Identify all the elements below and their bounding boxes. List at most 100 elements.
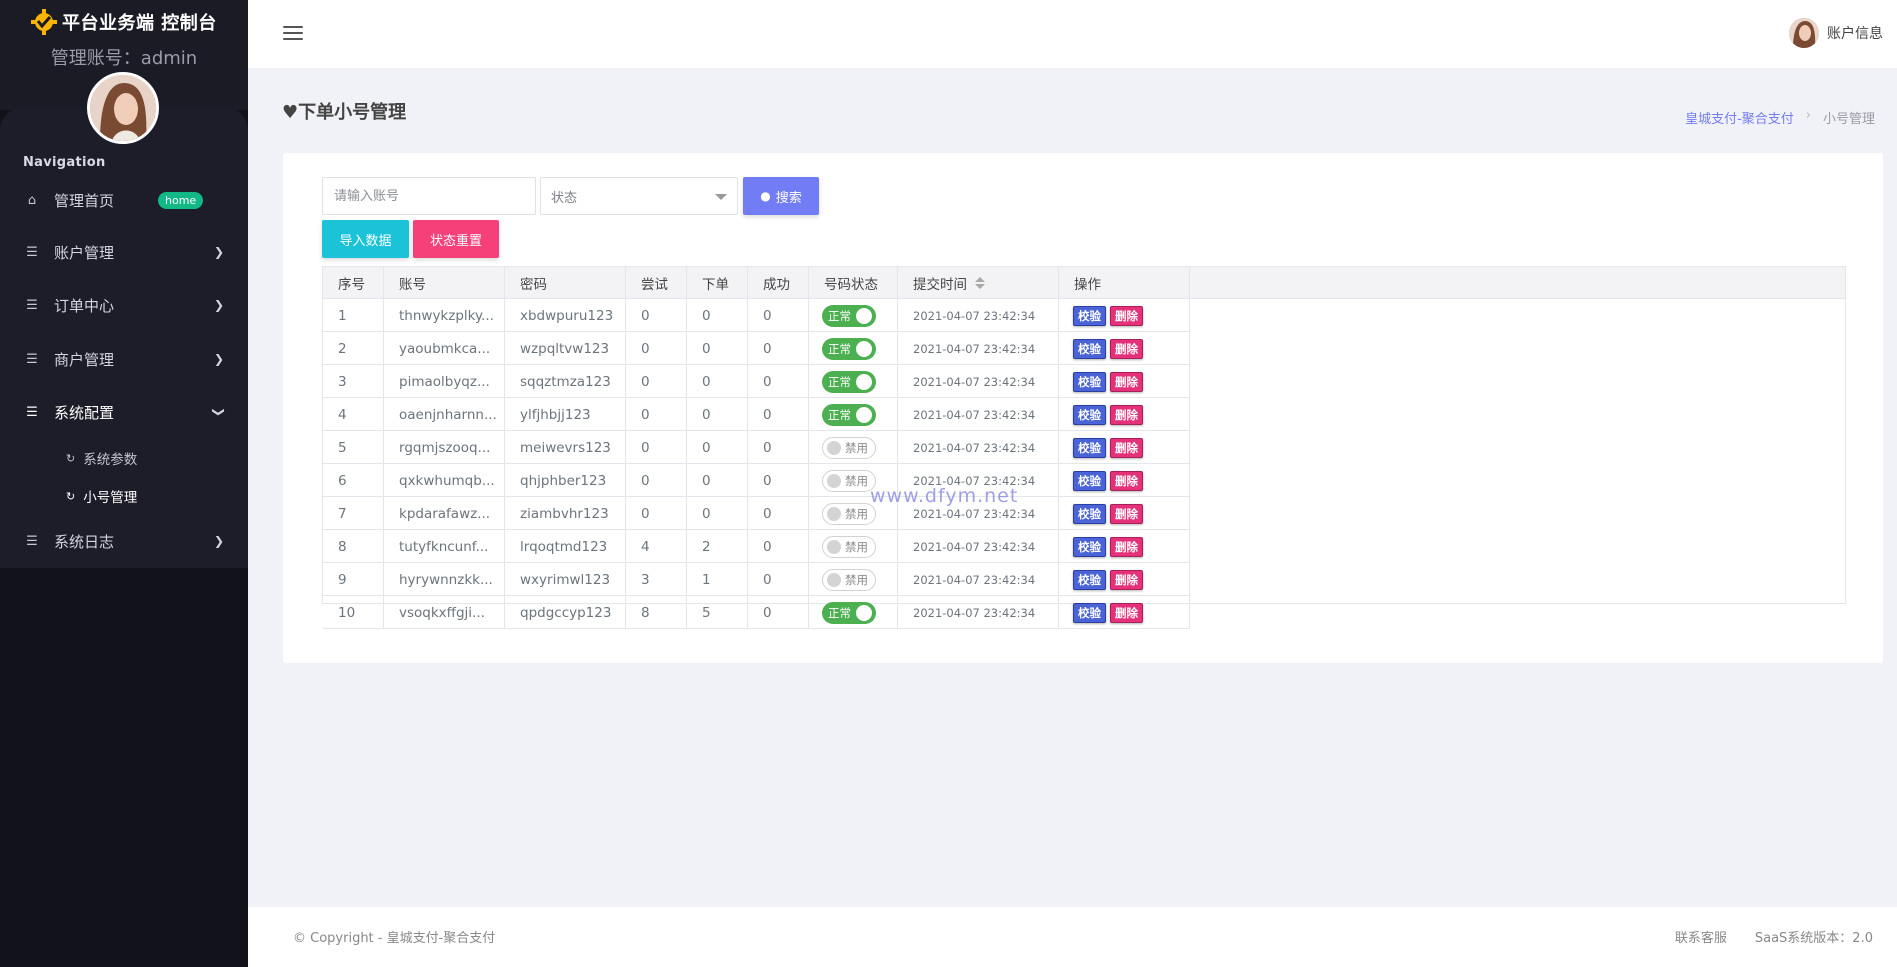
verify-button[interactable]: 校验: [1073, 371, 1106, 392]
delete-button[interactable]: 删除: [1110, 404, 1143, 425]
col-header-tries[interactable]: 尝试: [626, 267, 687, 299]
delete-button[interactable]: 删除: [1110, 569, 1143, 590]
nav-item-system-log[interactable]: ☰ 系统日志 ❯: [0, 521, 248, 561]
contact-service-link[interactable]: 联系客服: [1675, 927, 1727, 946]
status-toggle-label: 正常: [828, 605, 851, 620]
sub-item-label: 小号管理: [83, 490, 138, 506]
cell-actions: 校验 删除: [1059, 596, 1190, 629]
search-button-label: 搜索: [775, 190, 802, 206]
col-header-status[interactable]: 号码状态: [809, 267, 898, 299]
sub-item-label: 系统参数: [83, 452, 138, 468]
page-title: ♥下单小号管理: [282, 102, 407, 123]
col-header-account[interactable]: 账号: [384, 267, 505, 299]
cell-status: 禁用: [809, 530, 898, 563]
verify-button[interactable]: 校验: [1073, 404, 1106, 425]
nav-item-label: 账户管理: [54, 243, 115, 262]
cell-time: 2021-04-07 23:42:34: [898, 365, 1059, 398]
cell-success: 0: [748, 464, 809, 497]
sub-item-account-manage[interactable]: ↻ 小号管理: [0, 481, 248, 511]
list-icon: ☰: [26, 244, 38, 260]
col-header-password[interactable]: 密码: [505, 267, 626, 299]
menu-toggle-icon[interactable]: [283, 26, 303, 41]
nav-item-accounts[interactable]: ☰ 账户管理 ❯: [0, 232, 248, 272]
toggle-knob: [856, 373, 872, 390]
cell-no: 5: [323, 431, 384, 464]
nav-heading: Navigation: [23, 155, 106, 170]
cell-tries: 0: [626, 332, 687, 365]
delete-button[interactable]: 删除: [1110, 338, 1143, 359]
sub-item-system-params[interactable]: ↻ 系统参数: [0, 443, 248, 473]
cell-account: pimaolbyqz...: [384, 365, 505, 398]
brand-title: 平台业务端 控制台: [62, 13, 217, 34]
cell-orders: 0: [687, 332, 748, 365]
col-header-time[interactable]: 提交时间: [898, 267, 1059, 299]
cell-status: 正常: [809, 299, 898, 332]
verify-button[interactable]: 校验: [1073, 602, 1106, 623]
toggle-knob: [827, 473, 841, 488]
status-toggle[interactable]: 禁用: [822, 469, 876, 492]
status-select[interactable]: 状态: [540, 177, 738, 215]
search-button[interactable]: ● 搜索: [743, 177, 819, 215]
brand-logo-link[interactable]: 平台业务端 控制台: [30, 8, 217, 36]
status-toggle[interactable]: 禁用: [822, 502, 876, 525]
status-toggle[interactable]: 禁用: [822, 568, 876, 591]
sort-icon[interactable]: [975, 277, 985, 289]
cell-actions: 校验 删除: [1059, 365, 1190, 398]
delete-button[interactable]: 删除: [1110, 602, 1143, 623]
col-header-success[interactable]: 成功: [748, 267, 809, 299]
delete-button[interactable]: 删除: [1110, 437, 1143, 458]
import-data-button[interactable]: 导入数据: [322, 220, 409, 258]
verify-button[interactable]: 校验: [1073, 503, 1106, 524]
cell-actions: 校验 删除: [1059, 497, 1190, 530]
delete-button[interactable]: 删除: [1110, 503, 1143, 524]
col-header-orders[interactable]: 下单: [687, 267, 748, 299]
table-row: 3 pimaolbyqz... sqqztmza123 0 0 0 正常 2021-04-07…: [323, 365, 1190, 398]
cell-time: 2021-04-07 23:42:34: [898, 398, 1059, 431]
toggle-knob: [856, 307, 872, 324]
user-avatar[interactable]: [87, 72, 159, 144]
cell-success: 0: [748, 596, 809, 629]
cell-no: 3: [323, 365, 384, 398]
nav-item-system-config[interactable]: ☰ 系统配置 ❯: [0, 392, 248, 432]
col-header-actions[interactable]: 操作: [1059, 267, 1190, 299]
breadcrumb-link[interactable]: 皇城支付-聚合支付: [1685, 108, 1794, 127]
sidebar: 平台业务端 控制台 管理账号：admin Navigation ⌂ 管理首页 h…: [0, 0, 248, 967]
delete-button[interactable]: 删除: [1110, 536, 1143, 557]
delete-button[interactable]: 删除: [1110, 470, 1143, 491]
cell-time: 2021-04-07 23:42:34: [898, 530, 1059, 563]
cell-tries: 8: [626, 596, 687, 629]
col-header-no[interactable]: 序号: [323, 267, 384, 299]
cell-success: 0: [748, 563, 809, 596]
delete-button[interactable]: 删除: [1110, 305, 1143, 326]
status-toggle[interactable]: 正常: [822, 304, 876, 327]
account-search-input[interactable]: [322, 177, 536, 215]
cell-status: 正常: [809, 398, 898, 431]
verify-button[interactable]: 校验: [1073, 338, 1106, 359]
status-toggle[interactable]: 正常: [822, 601, 876, 624]
verify-button[interactable]: 校验: [1073, 470, 1106, 491]
home-badge: home: [158, 191, 204, 209]
verify-button[interactable]: 校验: [1073, 437, 1106, 458]
verify-button[interactable]: 校验: [1073, 569, 1106, 590]
reset-status-button[interactable]: 状态重置: [413, 220, 499, 258]
refresh-icon: ↻: [66, 489, 76, 503]
status-toggle[interactable]: 禁用: [822, 436, 876, 459]
account-menu[interactable]: 账户信息: [1789, 18, 1883, 48]
cell-tries: 0: [626, 464, 687, 497]
nav-item-home[interactable]: ⌂ 管理首页 home: [0, 180, 248, 220]
nav-item-orders[interactable]: ☰ 订单中心 ❯: [0, 285, 248, 325]
status-toggle[interactable]: 正常: [822, 337, 876, 360]
status-toggle[interactable]: 正常: [822, 403, 876, 426]
table-row: 8 tutyfkncunf... lrqoqtmd123 4 2 0 禁用 2021-04-0…: [323, 530, 1190, 563]
status-toggle[interactable]: 正常: [822, 370, 876, 393]
cell-orders: 0: [687, 398, 748, 431]
verify-button[interactable]: 校验: [1073, 536, 1106, 557]
verify-button[interactable]: 校验: [1073, 305, 1106, 326]
cell-actions: 校验 删除: [1059, 299, 1190, 332]
cell-time: 2021-04-07 23:42:34: [898, 596, 1059, 629]
status-toggle[interactable]: 禁用: [822, 535, 876, 558]
delete-button[interactable]: 删除: [1110, 371, 1143, 392]
nav-item-merchants[interactable]: ☰ 商户管理 ❯: [0, 339, 248, 379]
cell-password: xbdwpuru123: [505, 299, 626, 332]
cell-tries: 0: [626, 365, 687, 398]
